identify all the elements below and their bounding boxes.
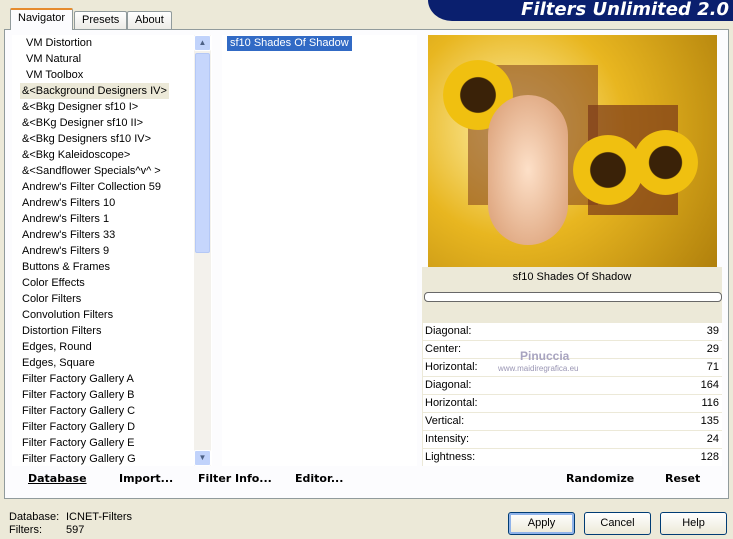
category-item[interactable]: &<Sandflower Specials^v^ > — [20, 163, 163, 179]
param-label: Intensity: — [425, 433, 470, 445]
category-item[interactable]: Edges, Square — [20, 355, 97, 371]
category-item[interactable]: Filter Factory Gallery D — [20, 419, 137, 435]
import-button[interactable]: Import... — [119, 472, 173, 485]
watermark: Pinuccia — [520, 349, 570, 363]
category-item[interactable]: VM Distortion — [24, 35, 94, 51]
cancel-button[interactable]: Cancel — [584, 512, 651, 535]
param-label: Horizontal: — [425, 397, 478, 409]
category-item[interactable]: Convolution Filters — [20, 307, 115, 323]
database-button[interactable]: Database — [28, 472, 87, 485]
scroll-down-icon[interactable]: ▼ — [194, 450, 211, 466]
scroll-thumb[interactable] — [195, 53, 210, 253]
watermark-url: www.maidiregrafica.eu — [498, 364, 579, 373]
param-label: Center: — [425, 343, 462, 355]
category-item[interactable]: Buttons & Frames — [20, 259, 112, 275]
status-filters-label: Filters: — [9, 524, 42, 536]
scroll-up-icon[interactable]: ▲ — [194, 35, 211, 51]
category-item[interactable]: Filter Factory Gallery C — [20, 403, 137, 419]
category-item[interactable]: Color Filters — [20, 291, 83, 307]
category-item[interactable]: &<Background Designers IV> — [20, 83, 169, 99]
param-value: 39 — [706, 325, 719, 337]
param-label: Lightness: — [425, 451, 476, 463]
param-value: 164 — [700, 379, 719, 391]
param-value: 24 — [706, 433, 719, 445]
param-label: Vertical: — [425, 415, 465, 427]
category-item[interactable]: &<BKg Designer sf10 II> — [20, 115, 145, 131]
param-slider[interactable]: Vertical: 135 — [423, 413, 722, 430]
help-button[interactable]: Help — [660, 512, 727, 535]
status-database-label: Database: — [9, 511, 60, 523]
randomize-button[interactable]: Randomize — [566, 472, 634, 485]
category-item[interactable]: Andrew's Filters 33 — [20, 227, 117, 243]
param-slider[interactable]: Horizontal: 116 — [423, 395, 722, 412]
param-slider[interactable]: Diagonal: 164 — [423, 377, 722, 394]
param-value: 116 — [701, 397, 719, 409]
category-item[interactable]: &<Bkg Kaleidoscope> — [20, 147, 132, 163]
category-item[interactable]: VM Toolbox — [24, 67, 85, 83]
tab-about[interactable]: About — [127, 11, 172, 29]
category-item[interactable]: Andrew's Filter Collection 59 — [20, 179, 163, 195]
param-slider[interactable]: Diagonal: 39 — [423, 323, 722, 340]
database-label: Database — [28, 472, 87, 485]
category-item[interactable]: Filter Factory Gallery G — [20, 451, 138, 467]
param-value: 128 — [700, 451, 719, 463]
preview-image — [428, 35, 717, 267]
category-item[interactable]: Color Effects — [20, 275, 87, 291]
editor-button[interactable]: Editor... — [295, 472, 343, 485]
filter-list[interactable]: sf10 Shades Of Shadow — [222, 35, 417, 466]
status-database-value: ICNET-Filters — [66, 511, 132, 523]
param-slider[interactable]: Lightness: 128 — [423, 449, 722, 466]
progress-bar — [424, 292, 722, 302]
category-item[interactable]: Filter Factory Gallery A — [20, 371, 136, 387]
param-label: Horizontal: — [425, 361, 478, 373]
category-item[interactable]: VM Natural — [24, 51, 83, 67]
category-item[interactable]: Filter Factory Gallery E — [20, 435, 136, 451]
category-item[interactable]: Distortion Filters — [20, 323, 103, 339]
status-filters-value: 597 — [66, 524, 85, 536]
category-item[interactable]: Edges, Round — [20, 339, 94, 355]
category-item[interactable]: Andrew's Filters 10 — [20, 195, 117, 211]
param-value: 71 — [706, 361, 719, 373]
param-slider[interactable]: Center: 29 — [423, 341, 722, 358]
tab-navigator[interactable]: Navigator — [10, 8, 74, 30]
param-label: Diagonal: — [425, 379, 472, 391]
category-scrollbar[interactable]: ▲ ▼ — [194, 35, 211, 466]
category-item[interactable]: Andrew's Filters 9 — [20, 243, 111, 259]
filter-info-button[interactable]: Filter Info... — [198, 472, 272, 485]
category-list[interactable]: VM Distortion VM Natural VM Toolbox &<Backg… — [12, 35, 212, 466]
param-value: 29 — [706, 343, 719, 355]
category-item[interactable]: Filter Factory Gallery B — [20, 387, 136, 403]
apply-button[interactable]: Apply — [508, 512, 575, 535]
param-value: 135 — [700, 415, 719, 427]
preview-caption: sf10 Shades Of Shadow — [512, 271, 632, 283]
category-item[interactable]: Andrew's Filters 1 — [20, 211, 111, 227]
tab-presets[interactable]: Presets — [74, 11, 128, 29]
category-item[interactable]: &<Bkg Designer sf10 I> — [20, 99, 140, 115]
reset-button[interactable]: Reset — [665, 472, 700, 485]
category-item[interactable]: &<Bkg Designers sf10 IV> — [20, 131, 153, 147]
app-title-banner: Filters Unlimited 2.0 — [428, 0, 733, 21]
filter-item-selected[interactable]: sf10 Shades Of Shadow — [227, 36, 352, 51]
param-label: Diagonal: — [425, 325, 472, 337]
param-slider[interactable]: Intensity: 24 — [423, 431, 722, 448]
